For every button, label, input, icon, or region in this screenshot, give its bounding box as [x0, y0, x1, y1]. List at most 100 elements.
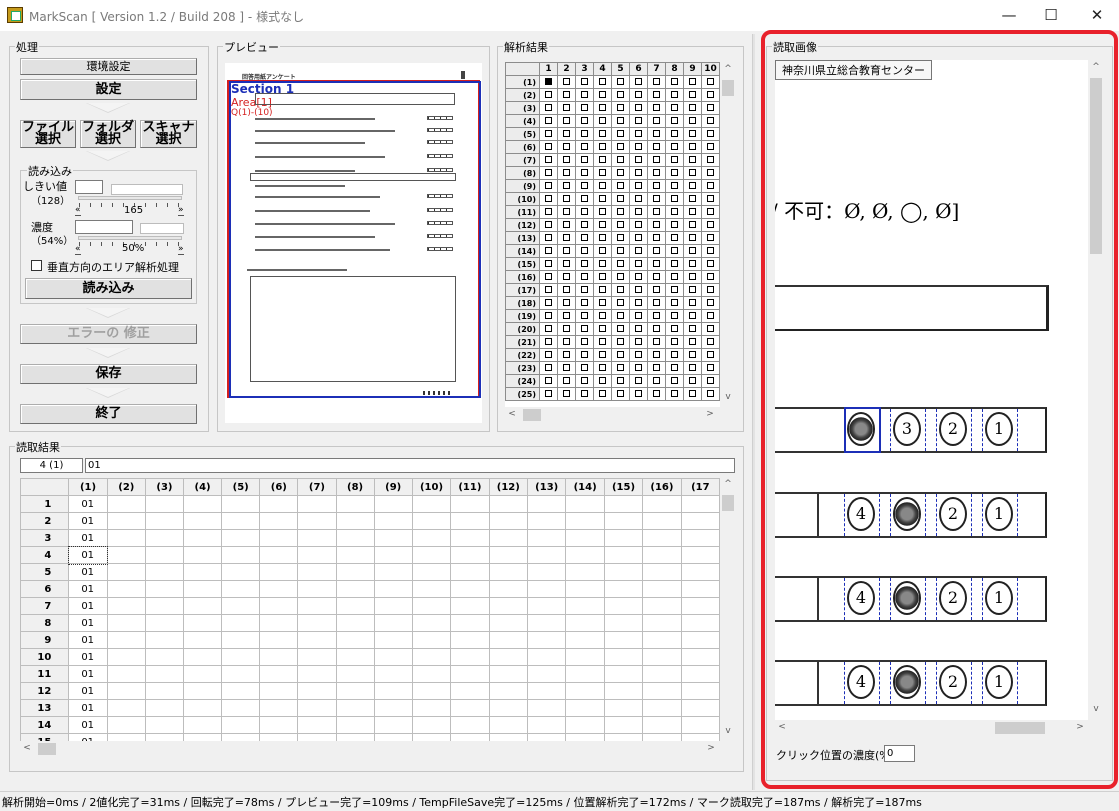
mark-checkbox[interactable]	[581, 221, 588, 228]
read-results-cell[interactable]	[488, 512, 529, 530]
read-results-cell[interactable]	[565, 614, 605, 632]
mark-checkbox[interactable]	[617, 130, 624, 137]
read-results-cell[interactable]	[106, 512, 146, 530]
read-results-hscrollbar[interactable]: < >	[20, 741, 720, 758]
analysis-cell[interactable]	[629, 270, 648, 284]
analysis-vscrollbar[interactable]: ^ v	[720, 62, 736, 407]
read-results-cell[interactable]: 01	[68, 580, 108, 598]
read-results-cell[interactable]	[680, 733, 720, 741]
mark-checkbox[interactable]	[635, 78, 642, 85]
read-results-row-header[interactable]: 8	[20, 614, 70, 632]
analysis-cell[interactable]	[683, 296, 702, 310]
read-results-col-header[interactable]: (16)	[642, 478, 682, 496]
mark-checkbox[interactable]	[635, 117, 642, 124]
mark-checkbox[interactable]	[653, 390, 660, 397]
scroll-down-icon[interactable]: v	[721, 726, 735, 736]
read-results-cell[interactable]	[642, 512, 682, 530]
read-results-cell[interactable]	[642, 614, 682, 632]
read-results-cell[interactable]	[297, 682, 337, 700]
mark-checkbox[interactable]	[635, 221, 642, 228]
mark-checkbox[interactable]	[635, 234, 642, 241]
read-results-cell[interactable]	[411, 495, 452, 513]
read-results-cell[interactable]	[259, 495, 299, 513]
read-results-cell[interactable]	[526, 699, 567, 717]
read-results-cell[interactable]	[221, 546, 261, 564]
read-results-cell[interactable]	[297, 512, 337, 530]
analysis-cell[interactable]	[593, 192, 612, 206]
mark-checkbox[interactable]	[617, 247, 624, 254]
analysis-cell[interactable]	[575, 231, 594, 245]
read-results-cell[interactable]	[488, 563, 529, 581]
read-results-col-header[interactable]: (14)	[565, 478, 605, 496]
analysis-cell[interactable]	[629, 283, 648, 297]
read-results-cell[interactable]	[488, 614, 529, 632]
mark-checkbox[interactable]	[671, 130, 678, 137]
mark-checkbox[interactable]	[635, 247, 642, 254]
read-results-cell[interactable]	[450, 699, 490, 717]
read-results-cell[interactable]	[450, 631, 490, 649]
read-results-cell[interactable]	[642, 665, 682, 683]
analysis-cell[interactable]	[593, 101, 612, 115]
mark-checkbox[interactable]	[599, 117, 606, 124]
mark-checkbox[interactable]	[617, 299, 624, 306]
analysis-cell[interactable]	[701, 153, 720, 167]
read-results-cell[interactable]	[565, 495, 605, 513]
analysis-cell[interactable]	[647, 205, 666, 219]
mark-checkbox[interactable]	[563, 208, 570, 215]
read-results-cell[interactable]	[297, 563, 337, 581]
analysis-cell[interactable]	[539, 127, 558, 141]
read-results-cell[interactable]	[565, 733, 605, 741]
mark-checkbox[interactable]	[581, 208, 588, 215]
mark-checkbox[interactable]	[599, 221, 606, 228]
analysis-cell[interactable]	[575, 140, 594, 154]
read-results-cell[interactable]	[297, 614, 337, 632]
mark-checkbox[interactable]	[689, 364, 696, 371]
analysis-cell[interactable]	[593, 374, 612, 388]
file-select-button[interactable]: ファイル 選択	[20, 120, 76, 148]
mark-checkbox[interactable]	[653, 182, 660, 189]
mark-checkbox[interactable]	[581, 247, 588, 254]
mark-checkbox[interactable]	[635, 182, 642, 189]
analysis-cell[interactable]	[701, 88, 720, 102]
mark-checkbox[interactable]	[653, 156, 660, 163]
read-results-col-header[interactable]: (8)	[335, 478, 375, 496]
analysis-cell[interactable]	[701, 140, 720, 154]
read-results-cell[interactable]	[680, 563, 720, 581]
mark-checkbox[interactable]	[581, 312, 588, 319]
read-results-col-header[interactable]: (2)	[106, 478, 146, 496]
mark-checkbox[interactable]	[689, 117, 696, 124]
analysis-cell[interactable]	[539, 140, 558, 154]
analysis-cell[interactable]	[593, 348, 612, 362]
analysis-cell[interactable]	[593, 387, 612, 401]
mark-checkbox[interactable]	[671, 325, 678, 332]
read-results-cell[interactable]	[259, 682, 299, 700]
analysis-cell[interactable]	[557, 244, 576, 258]
cell-value-field[interactable]: 01	[85, 458, 735, 473]
read-results-cell[interactable]	[373, 546, 413, 564]
mark-checkbox[interactable]	[653, 312, 660, 319]
mark-checkbox[interactable]	[635, 364, 642, 371]
analysis-cell[interactable]	[683, 179, 702, 193]
read-results-cell[interactable]	[411, 682, 452, 700]
read-results-cell[interactable]	[106, 597, 146, 615]
mark-checkbox[interactable]	[653, 338, 660, 345]
mark-checkbox[interactable]	[653, 286, 660, 293]
mark-checkbox[interactable]	[671, 169, 678, 176]
mark-checkbox[interactable]	[545, 208, 552, 215]
read-results-row-header[interactable]: 7	[20, 597, 70, 615]
analysis-cell[interactable]	[629, 322, 648, 336]
analysis-cell[interactable]	[539, 88, 558, 102]
read-results-cell[interactable]	[183, 529, 223, 547]
analysis-cell[interactable]	[575, 296, 594, 310]
read-results-cell[interactable]	[297, 495, 337, 513]
mark-checkbox[interactable]	[617, 182, 624, 189]
mark-checkbox[interactable]	[581, 351, 588, 358]
analysis-cell[interactable]	[683, 348, 702, 362]
analysis-cell[interactable]	[611, 127, 630, 141]
read-results-cell[interactable]	[411, 631, 452, 649]
analysis-cell[interactable]	[575, 322, 594, 336]
read-results-cell[interactable]	[259, 597, 299, 615]
close-button[interactable]: ✕	[1074, 0, 1119, 31]
analysis-cell[interactable]	[557, 140, 576, 154]
analysis-cell[interactable]	[629, 296, 648, 310]
